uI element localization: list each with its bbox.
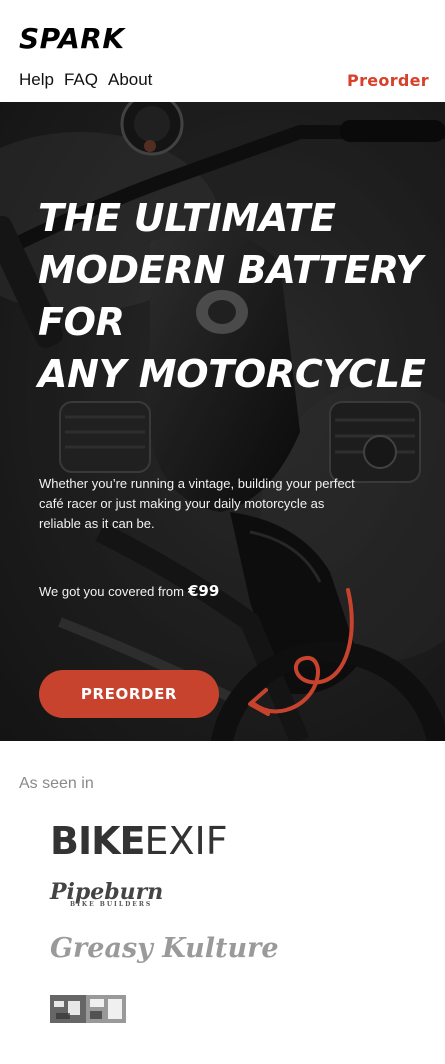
price-line: We got you covered from €99 [39,582,219,600]
hero-description: Whether you’re running a vintage, buildi… [39,476,355,531]
bikeexif-logo-light: EXIF [144,819,228,863]
pipeburn-logo[interactable]: Pipeburn BIKE BUILDERS [50,879,163,908]
hero-section: THE ULTIMATE MODERN BATTERY FOR ANY MOTO… [0,102,445,741]
nav-about-link[interactable]: About [108,70,152,90]
header-preorder-link[interactable]: Preorder [347,71,429,90]
bikeexif-logo-bold: BIKE [50,819,146,863]
pipeburn-logo-subtext: BIKE BUILDERS [70,901,153,908]
price-amount: €99 [188,582,220,600]
main-nav: Help FAQ About [19,70,152,90]
curly-arrow-icon [248,588,354,716]
press-section: As seen in BIKEEXIF Pipeburn BIKE BUILDE… [0,741,445,1064]
cafe-racer-logo-icon[interactable] [50,991,130,1027]
hero-title-line: FOR [38,300,125,344]
bikeexif-logo[interactable]: BIKEEXIF [50,821,228,861]
greasy-kulture-logo[interactable]: Greasy Kulture [50,933,279,964]
nav-faq-link[interactable]: FAQ [64,70,98,90]
brand-logo[interactable]: SPARK [19,22,125,55]
site-header: SPARK Help FAQ About Preorder [0,0,445,102]
nav-help-link[interactable]: Help [19,70,54,90]
hero-title-line: THE ULTIMATE [38,196,336,240]
hero-title-line: MODERN BATTERY [38,248,423,292]
hero-title-line: ANY MOTORCYCLE [38,352,426,396]
price-prefix: We got you covered from [39,584,184,599]
press-label: As seen in [19,775,94,792]
hero-title: THE ULTIMATE MODERN BATTERY FOR ANY MOTO… [38,192,438,400]
hero-preorder-button[interactable]: PREORDER [39,670,219,718]
